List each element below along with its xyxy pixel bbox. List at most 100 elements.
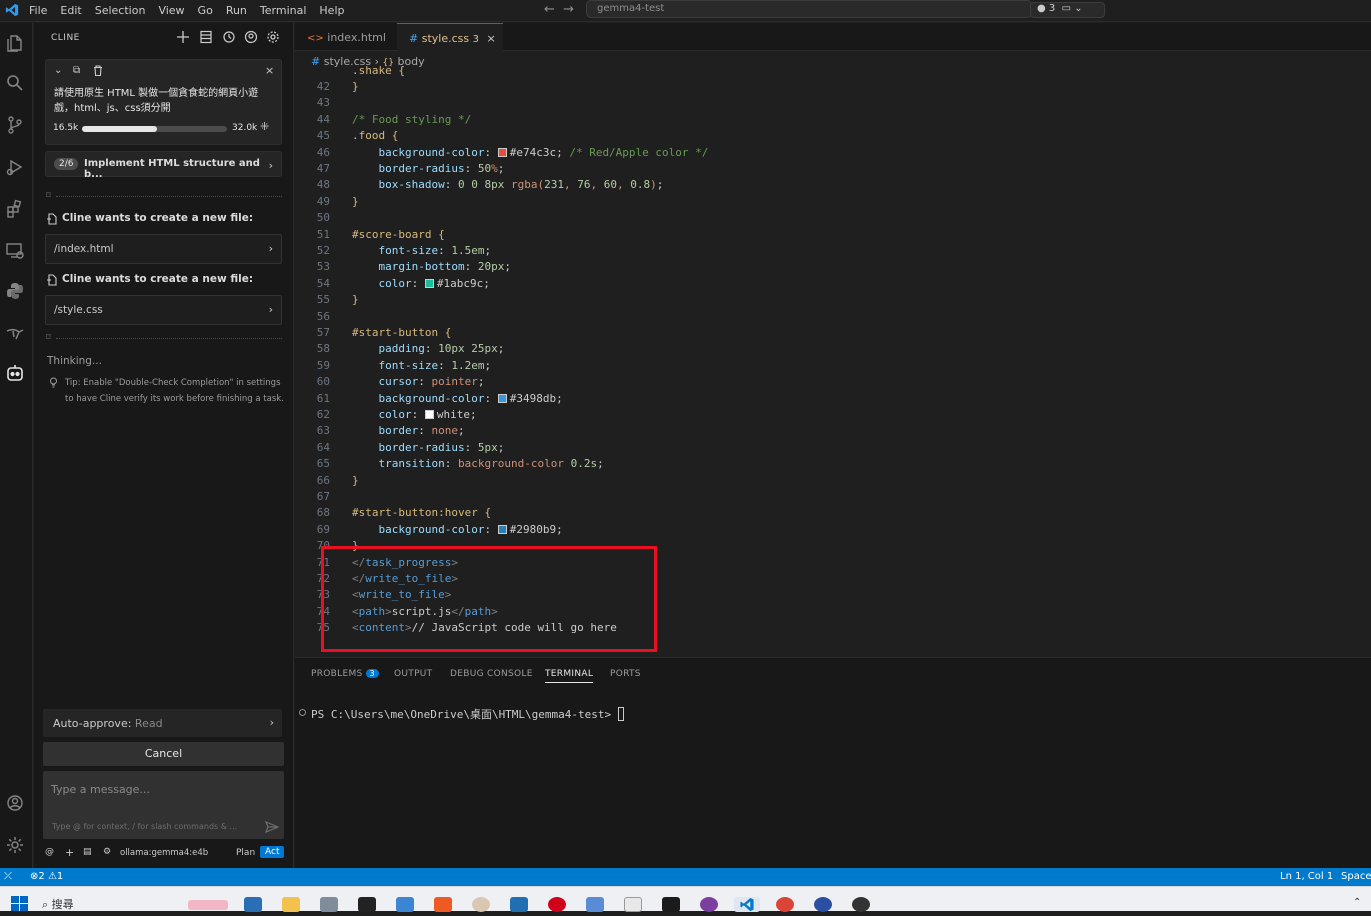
back-arrow-icon[interactable]: ← xyxy=(544,2,555,17)
plan-mode-button[interactable]: Plan xyxy=(236,848,255,858)
rules-icon[interactable]: ▤ xyxy=(83,847,92,857)
terminal-app-icon[interactable] xyxy=(358,897,376,912)
chevron-up-icon[interactable]: ⌃ xyxy=(1353,897,1361,908)
explorer-icon[interactable] xyxy=(5,33,27,55)
code-line: } xyxy=(352,194,359,208)
taskbar-app-icon[interactable] xyxy=(814,897,832,912)
notifications-control[interactable]: ● 3 ▭ ⌄ xyxy=(1030,2,1105,18)
menu-view[interactable]: View xyxy=(158,4,184,17)
menu-go[interactable]: Go xyxy=(198,4,213,17)
tab-label: index.html xyxy=(327,31,386,44)
menu-terminal[interactable]: Terminal xyxy=(260,4,307,17)
model-name[interactable]: ollama:gemma4:e4b xyxy=(120,848,208,858)
bookmark-icon[interactable]: ⌑ xyxy=(46,333,51,343)
task-progress-step[interactable]: 2/6 Implement HTML structure and b... › xyxy=(45,151,282,180)
tab-ports[interactable]: PORTS xyxy=(610,669,641,679)
new-task-icon[interactable] xyxy=(176,30,190,44)
add-icon[interactable]: + xyxy=(65,846,74,859)
line-number: 55 xyxy=(316,293,330,307)
settings-gear-icon[interactable] xyxy=(5,835,27,857)
menu-help[interactable]: Help xyxy=(319,4,344,17)
code-line: } xyxy=(352,80,359,93)
copy-icon[interactable]: ⧉ xyxy=(73,65,80,76)
tab-problems[interactable]: PROBLEMS 3 xyxy=(311,669,379,679)
taskbar-app-icon[interactable] xyxy=(472,897,490,912)
taskbar-app-icon[interactable] xyxy=(548,897,566,912)
chevron-right-icon: › xyxy=(268,303,273,316)
error-count: 2 xyxy=(38,871,45,882)
menu-file[interactable]: File xyxy=(29,4,47,17)
file-style-css[interactable]: /style.css › xyxy=(45,295,282,325)
problems-indicator[interactable]: ⊗2 ⚠1 xyxy=(30,871,63,882)
vscode-taskbar-icon[interactable] xyxy=(734,897,760,912)
menu-edit[interactable]: Edit xyxy=(60,4,81,17)
cline-robot-icon[interactable] xyxy=(5,363,27,385)
cursor-position[interactable]: Ln 1, Col 1 xyxy=(1280,871,1333,882)
kangaroo-icon[interactable] xyxy=(5,323,27,345)
search-icon[interactable] xyxy=(5,73,27,95)
windows-start-icon[interactable] xyxy=(11,896,29,912)
menu-run[interactable]: Run xyxy=(226,4,247,17)
taskbar-app-icon[interactable] xyxy=(662,897,680,912)
source-control-icon[interactable] xyxy=(5,115,27,137)
taskbar-app-icon[interactable] xyxy=(396,897,414,912)
close-task-icon[interactable]: × xyxy=(265,64,274,77)
indentation[interactable]: Spaces xyxy=(1341,871,1371,882)
terminal-prompt[interactable]: PS C:\Users\me\OneDrive\桌面\HTML\gemma4-t… xyxy=(311,706,624,722)
collapse-chevron-icon[interactable]: ⌄ xyxy=(54,65,62,76)
taskbar-app-icon[interactable] xyxy=(624,897,642,912)
compress-context-icon[interactable]: ⁜ xyxy=(260,120,269,133)
remote-explorer-icon[interactable] xyxy=(5,241,27,263)
run-debug-icon[interactable] xyxy=(5,157,27,179)
line-number: 65 xyxy=(316,457,330,471)
at-mention-icon[interactable]: @ xyxy=(45,847,54,857)
activity-bar xyxy=(0,23,33,868)
chevron-down-icon[interactable]: ⌄ xyxy=(1074,3,1082,14)
calculator-icon[interactable] xyxy=(320,897,338,912)
model-chip-icon[interactable]: ⚙ xyxy=(103,847,111,857)
menu-selection[interactable]: Selection xyxy=(95,4,146,17)
line-number: 64 xyxy=(316,440,330,454)
send-icon[interactable] xyxy=(264,820,280,834)
close-tab-icon[interactable]: × xyxy=(486,32,495,45)
taskbar-app-icon[interactable] xyxy=(244,897,262,912)
history-icon[interactable] xyxy=(222,30,236,44)
auto-approve-toggle[interactable]: Auto-approve: Read › xyxy=(43,709,282,737)
message-input[interactable]: Type a message... Type @ for context, / … xyxy=(43,771,284,839)
taskbar-app-icon[interactable] xyxy=(510,897,528,912)
file-explorer-icon[interactable] xyxy=(282,897,300,912)
code-line: border-radius: 5px; xyxy=(378,440,505,454)
tab-output[interactable]: OUTPUT xyxy=(394,669,432,679)
tab-terminal[interactable]: TERMINAL xyxy=(545,669,594,683)
bookmark-icon[interactable]: ⌑ xyxy=(46,191,51,201)
chevron-right-icon: › xyxy=(268,159,273,172)
tab-index-html[interactable]: <> index.html xyxy=(295,23,396,51)
forward-arrow-icon[interactable]: → xyxy=(563,2,574,17)
act-mode-button[interactable]: Act xyxy=(260,846,285,858)
taskbar-app-icon[interactable] xyxy=(700,897,718,912)
account-icon[interactable] xyxy=(5,793,27,815)
python-icon[interactable] xyxy=(5,281,27,303)
brave-browser-icon[interactable] xyxy=(434,897,452,912)
file-index-html[interactable]: /index.html › xyxy=(45,234,282,264)
taskbar-search[interactable]: ⌕ 搜尋 xyxy=(42,896,74,912)
cancel-button[interactable]: Cancel xyxy=(43,742,284,766)
chat-icon[interactable]: ▭ xyxy=(1062,3,1071,14)
account-circle-icon[interactable] xyxy=(244,30,258,44)
lightbulb-icon xyxy=(48,377,59,388)
code-line: background-color: #2980b9; xyxy=(378,522,563,536)
taskbar-app-icon[interactable] xyxy=(586,897,604,912)
chrome-icon[interactable] xyxy=(776,897,794,912)
tab-debug-console[interactable]: DEBUG CONSOLE xyxy=(450,669,533,679)
taskbar-app-icon[interactable] xyxy=(852,897,870,912)
command-center-search[interactable]: gemma4-test xyxy=(586,0,1032,18)
tab-style-css[interactable]: # style.css 3 × xyxy=(397,23,503,51)
cline-settings-gear-icon[interactable] xyxy=(266,30,280,44)
mcp-servers-icon[interactable] xyxy=(199,30,213,44)
extensions-icon[interactable] xyxy=(5,199,27,221)
tip-text: Tip: Enable "Double-Check Completion" in… xyxy=(65,378,284,404)
remote-indicator-icon[interactable]: ⤫ xyxy=(4,871,12,882)
new-file-icon xyxy=(46,274,58,286)
line-number: 60 xyxy=(316,375,330,389)
delete-trash-icon[interactable] xyxy=(93,65,103,79)
